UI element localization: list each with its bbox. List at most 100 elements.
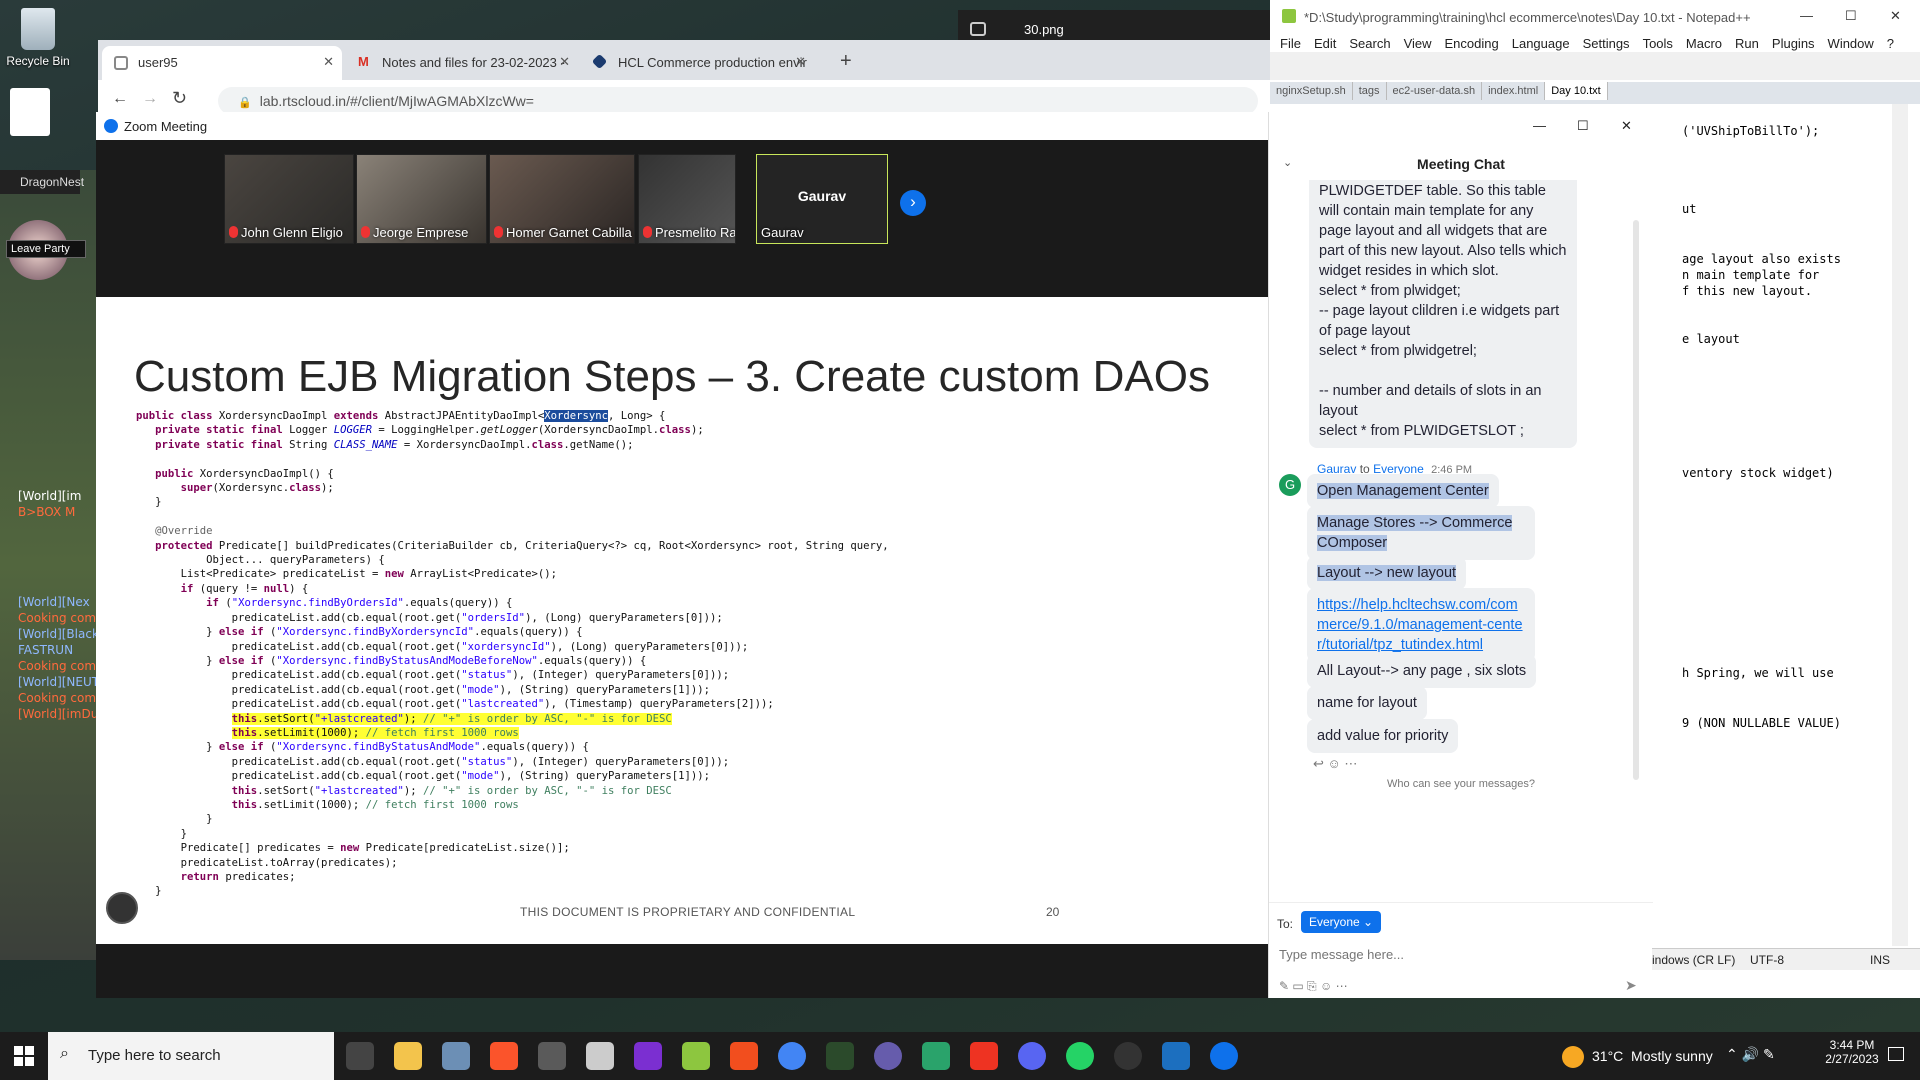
annotate-pen-icon[interactable] [106,892,138,924]
tab-notes[interactable]: M Notes and files for 23-02-2023 - ✕ [346,46,578,80]
app-icon[interactable] [442,1042,470,1070]
start-button[interactable] [14,1046,34,1066]
close-icon[interactable]: ✕ [1890,8,1901,24]
obs-icon[interactable] [1114,1042,1142,1070]
message-link[interactable]: https://help.hcltechsw.com/commerce/9.1.… [1317,597,1523,653]
slide-page-number: 20 [1046,905,1060,919]
send-icon[interactable]: ➤ [1625,977,1637,994]
weather-text[interactable]: 31°C Mostly sunny [1592,1048,1713,1064]
menu-window[interactable]: Window [1828,36,1874,51]
editor-line: e layout [1682,332,1740,346]
app-icon[interactable] [538,1042,566,1070]
lock-icon: 🔒 [238,97,252,109]
notepad-title: *D:\Study\programming\training\hcl ecomm… [1304,10,1751,25]
npp-tab[interactable]: index.html [1482,82,1546,100]
photo-icon [970,22,986,36]
discord-icon[interactable] [1018,1042,1046,1070]
chat-messages[interactable]: main page layout also exists in PLWIDGET… [1269,180,1653,900]
participant-tile[interactable]: Homer Garnet Cabilla [489,154,635,244]
menu-tools[interactable]: Tools [1643,36,1673,51]
file-shortcut-icon[interactable] [10,88,50,136]
app-icon[interactable] [970,1042,998,1070]
chat-scrollbar[interactable] [1633,220,1639,780]
reaction-icons[interactable]: ↩ ☺ ⋯ [1313,756,1357,772]
menu-file[interactable]: File [1280,36,1301,51]
taskbar: ⌕ Type here to search 31°C Mostly sunny … [0,1032,1920,1080]
file-explorer-icon[interactable] [394,1042,422,1070]
intellij-icon[interactable] [634,1042,662,1070]
next-participants-button[interactable]: › [900,190,926,216]
back-icon[interactable]: ← [112,90,128,108]
notepadpp-icon[interactable] [682,1042,710,1070]
reload-icon[interactable]: ↻ [172,88,187,109]
new-tab-button[interactable]: + [840,50,852,73]
meeting-chat-panel: — ☐ ✕ ⌄ Meeting Chat main page layout al… [1268,112,1653,998]
minimize-icon[interactable]: — [1800,8,1813,23]
app-icon[interactable] [586,1042,614,1070]
close-icon[interactable]: ✕ [559,54,570,70]
menu-view[interactable]: View [1404,36,1432,51]
app-icon[interactable] [1162,1042,1190,1070]
menu-run[interactable]: Run [1735,36,1759,51]
npp-tab[interactable]: tags [1353,82,1387,100]
edge-icon[interactable] [922,1042,950,1070]
participant-tile[interactable]: Jeorge Emprese [356,154,487,244]
chat-message: Open Management Center [1307,474,1499,508]
npp-tab[interactable]: nginxSetup.sh [1270,82,1353,100]
notification-icon[interactable] [1888,1047,1904,1061]
brave-icon[interactable] [490,1042,518,1070]
menu-edit[interactable]: Edit [1314,36,1336,51]
search-placeholder: Type here to search [88,1047,221,1064]
recipient-dropdown[interactable]: Everyone ⌄ [1301,911,1382,933]
chat-message-input[interactable] [1279,943,1639,965]
participant-name: John Glenn Eligio [241,225,343,240]
message-text: Layout --> new layout [1317,565,1457,581]
url-field[interactable]: 🔒 lab.rtscloud.in/#/client/MjIwAGMAbXlzcW… [218,87,1258,115]
npp-tab-active[interactable]: Day 10.txt [1545,82,1608,100]
participant-tile[interactable]: Presmelito Rapatan V... [638,154,736,244]
weather-icon [1562,1046,1584,1068]
leave-party-button[interactable]: Leave Party [6,240,86,258]
close-icon[interactable]: ✕ [323,54,334,70]
menu-language[interactable]: Language [1512,36,1570,51]
message-text: Open Management Center [1317,483,1489,499]
menu-plugins[interactable]: Plugins [1772,36,1815,51]
app-icon[interactable] [826,1042,854,1070]
menu-settings[interactable]: Settings [1583,36,1630,51]
minimize-icon[interactable]: — [1533,118,1546,133]
tab-hcl[interactable]: HCL Commerce production envir ✕ [582,46,814,80]
menu-macro[interactable]: Macro [1686,36,1722,51]
forward-icon[interactable]: → [142,90,158,108]
maximize-icon[interactable]: ☐ [1577,118,1589,134]
chrome-icon[interactable] [778,1042,806,1070]
maximize-icon[interactable]: ☐ [1845,8,1857,24]
menu-help[interactable]: ? [1887,36,1894,51]
who-can-see-link[interactable]: Who can see your messages? [1269,778,1653,790]
shared-slide: Custom EJB Migration Steps – 3. Create c… [96,297,1268,944]
whatsapp-icon[interactable] [1066,1042,1094,1070]
menu-encoding[interactable]: Encoding [1445,36,1499,51]
clock[interactable]: 3:44 PM 2/27/2023 [1822,1038,1882,1066]
figma-icon[interactable] [730,1042,758,1070]
menu-search[interactable]: Search [1349,36,1390,51]
npp-tab[interactable]: ec2-user-data.sh [1387,82,1483,100]
taskbar-search[interactable]: ⌕ Type here to search [48,1032,334,1080]
participant-name: Homer Garnet Cabilla [506,225,632,240]
tab-label: HCL Commerce production envir [618,55,807,70]
recycle-bin-shortcut[interactable]: Recycle Bin [0,8,76,68]
muted-mic-icon [643,226,652,238]
participant-tile-active[interactable]: Gaurav Gaurav [756,154,888,244]
tab-user95[interactable]: user95 ✕ [102,46,342,80]
compose-tools-icons[interactable]: ✎ ▭ ⎘ ☺ ⋯ [1279,979,1348,994]
tray-icons[interactable]: ⌃ 🔊 ✎ [1726,1046,1775,1063]
muted-mic-icon [361,226,370,238]
task-view-icon[interactable] [346,1042,374,1070]
participant-tile[interactable]: John Glenn Eligio [224,154,354,244]
close-icon[interactable]: ✕ [1621,118,1632,134]
notepad-editor[interactable]: ('UVShipToBillTo'); ut age layout also e… [1652,104,1910,946]
close-icon[interactable]: ✕ [795,54,806,70]
editor-scrollbar[interactable] [1892,104,1908,946]
editor-line: ut [1682,202,1697,216]
viber-icon[interactable] [874,1042,902,1070]
zoom-icon[interactable] [1210,1042,1238,1070]
